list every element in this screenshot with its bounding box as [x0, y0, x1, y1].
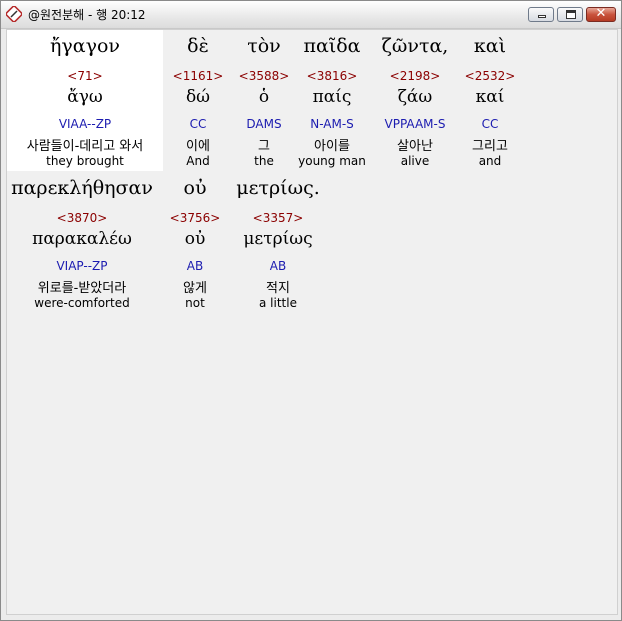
greek-word: μετρίως.	[236, 177, 320, 199]
english-gloss: a little	[259, 296, 297, 310]
english-gloss: and	[478, 154, 502, 168]
korean-gloss: 위로를-받았더라	[37, 281, 127, 296]
minimize-icon	[538, 15, 546, 18]
korean-gloss: 사람들이-데리고 와서	[26, 139, 144, 154]
greek-word: οὐ	[183, 177, 207, 199]
parsing-code: VIAP--ZP	[56, 259, 108, 273]
greek-word: δὲ	[187, 35, 209, 57]
close-button[interactable]: ✕	[586, 6, 616, 22]
lemma: παίς	[312, 87, 352, 107]
parsing-code: VIAA--ZP	[58, 117, 112, 131]
korean-gloss: 이에	[186, 139, 210, 154]
parsing-code: N-AM-S	[310, 117, 354, 131]
english-gloss: not	[185, 296, 205, 310]
korean-gloss: 그리고	[472, 139, 508, 154]
close-icon: ✕	[595, 6, 607, 21]
greek-word: καὶ	[473, 35, 507, 57]
korean-gloss: 살아난	[397, 139, 433, 154]
lemma: ἄγω	[67, 87, 103, 107]
lemma: μετρίως	[243, 229, 313, 249]
greek-word: ζῶντα,	[381, 35, 449, 57]
minimize-button[interactable]	[528, 7, 554, 22]
korean-gloss: 적지	[266, 281, 290, 296]
lemma: οὐ	[184, 229, 206, 249]
lemma: παρακαλέω	[32, 229, 132, 249]
word-column[interactable]: παρεκλήθησαν <3870> παρακαλέω VIAP--ZP 위…	[7, 177, 157, 312]
word-column[interactable]: παῖδα <3816> παίς N-AM-S 아이를 young man	[297, 35, 367, 170]
greek-word: τὸν	[247, 35, 281, 57]
word-column[interactable]: καὶ <2532> καί CC 그리고 and	[461, 35, 519, 170]
window-title: @원전분해 - 행 20:12	[28, 8, 146, 22]
app-window: @원전분해 - 행 20:12 ✕ ἤγαγον <71> ἄγω VIAA--…	[0, 0, 622, 621]
lemma: δώ	[185, 87, 211, 107]
english-gloss: the	[254, 154, 274, 168]
greek-word: ἤγαγον	[50, 35, 120, 57]
english-gloss: alive	[400, 154, 430, 168]
english-gloss: And	[186, 154, 210, 168]
korean-gloss: 않게	[183, 281, 207, 296]
strong-number[interactable]: <3588>	[234, 69, 294, 83]
word-column[interactable]: δὲ <1161> δώ CC 이에 And	[167, 35, 229, 170]
maximize-button[interactable]	[557, 7, 583, 22]
parsing-code: DAMS	[246, 117, 282, 131]
maximize-icon	[566, 10, 576, 19]
parsing-code: CC	[189, 117, 207, 131]
parsing-code: VPPAAM-S	[384, 117, 446, 131]
app-icon	[6, 6, 22, 22]
greek-word: παρεκλήθησαν	[11, 177, 153, 199]
lemma: ὁ	[258, 87, 270, 107]
word-column[interactable]: ζῶντα, <2198> ζάω VPPAAM-S 살아난 alive	[373, 35, 457, 170]
parsing-code: AB	[186, 259, 204, 273]
greek-word: παῖδα	[303, 35, 361, 57]
strong-number[interactable]: <2198>	[373, 69, 457, 83]
korean-gloss: 아이를	[314, 139, 350, 154]
strong-number[interactable]: <2532>	[461, 69, 519, 83]
strong-number[interactable]: <3756>	[165, 211, 225, 225]
korean-gloss: 그	[258, 139, 270, 154]
title-bar[interactable]: @원전분해 - 행 20:12 ✕	[1, 1, 621, 29]
strong-number[interactable]: <3816>	[297, 69, 367, 83]
lemma: καί	[475, 87, 505, 107]
word-column[interactable]: ἤγαγον <71> ἄγω VIAA--ZP 사람들이-데리고 와서 the…	[7, 35, 163, 170]
lemma: ζάω	[397, 87, 433, 107]
strong-number[interactable]: <3357>	[229, 211, 327, 225]
english-gloss: they brought	[46, 154, 124, 168]
word-column[interactable]: οὐ <3756> οὐ AB 않게 not	[165, 177, 225, 312]
word-column[interactable]: μετρίως. <3357> μετρίως AB 적지 a little	[229, 177, 327, 312]
parsing-code: CC	[481, 117, 499, 131]
english-gloss: were-comforted	[34, 296, 130, 310]
strong-number[interactable]: <71>	[7, 69, 163, 83]
word-column[interactable]: τὸν <3588> ὁ DAMS 그 the	[234, 35, 294, 170]
english-gloss: young man	[298, 154, 366, 168]
interlinear-panel: ἤγαγον <71> ἄγω VIAA--ZP 사람들이-데리고 와서 the…	[6, 29, 618, 615]
strong-number[interactable]: <1161>	[167, 69, 229, 83]
strong-number[interactable]: <3870>	[7, 211, 157, 225]
parsing-code: AB	[269, 259, 287, 273]
